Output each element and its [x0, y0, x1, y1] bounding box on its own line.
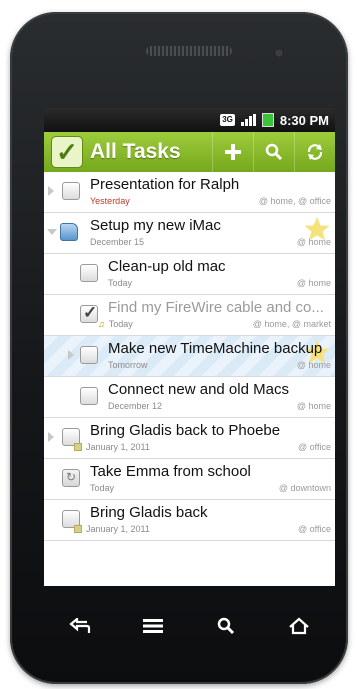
task-contexts: @ home: [296, 401, 331, 411]
task-title: Bring Gladis back to Phoebe: [90, 422, 281, 439]
phone-screen: 3G 8:30 PM ✓ All Tasks Presentation for …: [44, 108, 335, 586]
search-icon: [217, 617, 234, 635]
task-due-date: December 12: [108, 401, 163, 411]
task-due-date: Yesterday: [90, 196, 130, 206]
expand-icon[interactable]: [48, 186, 54, 196]
task-title: Connect new and old Macs: [108, 381, 289, 398]
task-contexts: @ home: [296, 237, 331, 247]
add-icon: [225, 144, 241, 160]
menu-button[interactable]: [133, 606, 173, 646]
task-due-date: Today: [108, 278, 133, 288]
task-title: Setup my new iMac: [90, 217, 221, 234]
task-due-date: December 15: [90, 237, 145, 247]
expand-icon[interactable]: [68, 350, 74, 360]
task-title: Make new TimeMachine backup: [108, 340, 323, 357]
task-title: Presentation for Ralph: [90, 176, 240, 193]
task-row[interactable]: Clean-up old mac Today @ home: [44, 254, 335, 295]
task-contexts: @ office: [298, 524, 331, 534]
task-title: Bring Gladis back: [90, 504, 208, 521]
android-nav-bar: [44, 596, 335, 656]
home-icon: [288, 617, 309, 635]
task-contexts: @ home, @ market: [252, 319, 331, 329]
speaker-grille: [146, 46, 232, 56]
task-checkbox[interactable]: [80, 346, 98, 364]
task-title: Clean-up old mac: [108, 258, 226, 275]
add-task-button[interactable]: [212, 132, 253, 172]
expand-icon[interactable]: [48, 432, 54, 442]
task-row[interactable]: Make new TimeMachine backup Tomorrow @ h…: [44, 336, 335, 377]
search-button-hw[interactable]: [206, 606, 246, 646]
task-row[interactable]: Presentation for Ralph Yesterday @ home,…: [44, 172, 335, 213]
home-button[interactable]: [279, 606, 319, 646]
task-checkbox[interactable]: [80, 264, 98, 282]
status-bar: 3G 8:30 PM: [44, 108, 335, 132]
task-contexts: @ home: [296, 360, 331, 370]
front-camera: [274, 48, 284, 58]
task-title: Find my FireWire cable and co...: [108, 299, 324, 316]
task-row[interactable]: Take Emma from school Today @ downtown: [44, 459, 335, 500]
network-type: 3G: [220, 114, 235, 126]
sync-icon: [307, 144, 323, 160]
search-icon: [265, 143, 283, 161]
task-due-date: January 1, 2011: [74, 442, 150, 452]
task-contexts: @ home: [296, 278, 331, 288]
task-checkbox[interactable]: [80, 387, 98, 405]
collapse-icon[interactable]: [47, 229, 57, 235]
battery-icon: [261, 113, 274, 127]
repeat-icon[interactable]: [62, 469, 80, 487]
task-due-date: Today: [90, 483, 115, 493]
task-due-date: ♫ Today: [98, 319, 133, 329]
app-title-bar: ✓ All Tasks: [44, 132, 335, 172]
folder-icon: [60, 223, 78, 241]
task-due-date: January 1, 2011: [74, 524, 150, 534]
page-title: All Tasks: [90, 140, 181, 163]
back-button[interactable]: [60, 606, 100, 646]
task-contexts: @ home, @ office: [258, 196, 331, 206]
task-list: Presentation for Ralph Yesterday @ home,…: [44, 172, 335, 541]
app-logo-icon: ✓: [52, 137, 82, 167]
status-time: 8:30 PM: [279, 112, 329, 128]
sync-button[interactable]: [294, 132, 335, 172]
task-checkbox[interactable]: [62, 182, 80, 200]
task-row[interactable]: Find my FireWire cable and co... ♫Today …: [44, 295, 335, 336]
task-due-date: Tomorrow: [108, 360, 148, 370]
task-row[interactable]: Bring Gladis back to Phoebe January 1, 2…: [44, 418, 335, 459]
task-row[interactable]: Bring Gladis back January 1, 2011 @ offi…: [44, 500, 335, 541]
task-contexts: @ downtown: [278, 483, 331, 493]
task-checkbox[interactable]: [80, 303, 98, 323]
calendar-icon: [74, 525, 82, 533]
calendar-icon: [74, 443, 82, 451]
signal-icon: [240, 114, 256, 126]
bell-icon: ♫: [98, 319, 105, 329]
search-button[interactable]: [253, 132, 294, 172]
menu-icon: [143, 619, 164, 633]
task-row[interactable]: Connect new and old Macs December 12 @ h…: [44, 377, 335, 418]
task-row[interactable]: Setup my new iMac December 15 @ home: [44, 213, 335, 254]
task-title: Take Emma from school: [90, 463, 251, 480]
task-contexts: @ office: [298, 442, 331, 452]
back-icon: [69, 618, 91, 633]
